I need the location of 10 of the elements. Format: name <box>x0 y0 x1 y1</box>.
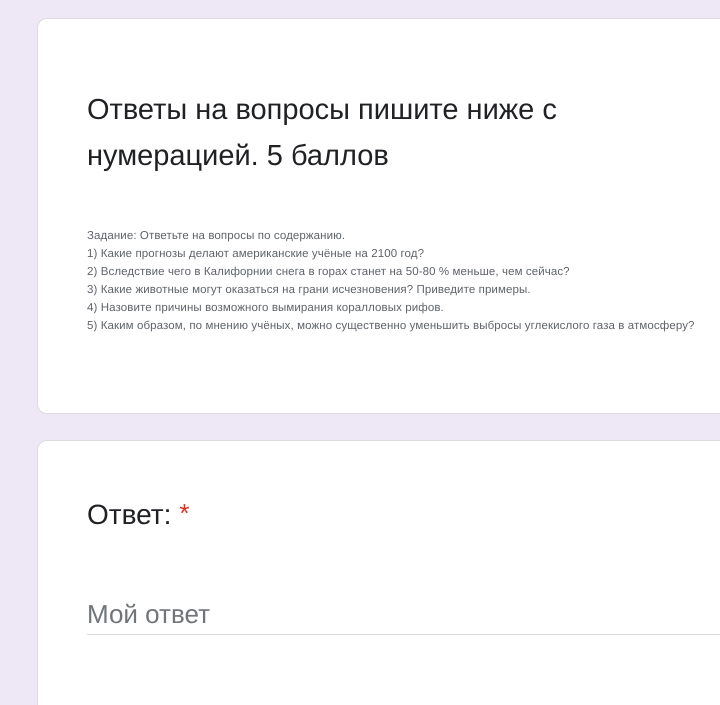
required-asterisk: * <box>179 497 190 530</box>
task-text: 5) Каким образом, по мнению учёных, можно существенно уменьшить выбросы углекислого газа в атмосферу? <box>87 319 696 333</box>
question-label: Ответ: <box>87 498 172 532</box>
task-text: 1) Какие прогнозы делают американские учёные на 2100 год? <box>87 247 426 261</box>
task-text: 4) Назовите причины возможного вымирания коралловых рифов. <box>87 301 445 315</box>
task-text: 3) Какие животные могут оказаться на грани исчезновения? Приведите примеры. <box>87 283 532 297</box>
form-title: Ответы на вопросы пишите ниже с нумерацией. 5 баллов <box>87 93 558 174</box>
task-text: Задание: Ответьте на вопросы по содержанию. <box>87 229 346 243</box>
task-text: 2) Вследствие чего в Калифорнии снега в горах станет на 50-80 % меньше, чем сейчас? <box>87 265 571 279</box>
answer-field[interactable]: Мой ответ <box>87 595 720 635</box>
